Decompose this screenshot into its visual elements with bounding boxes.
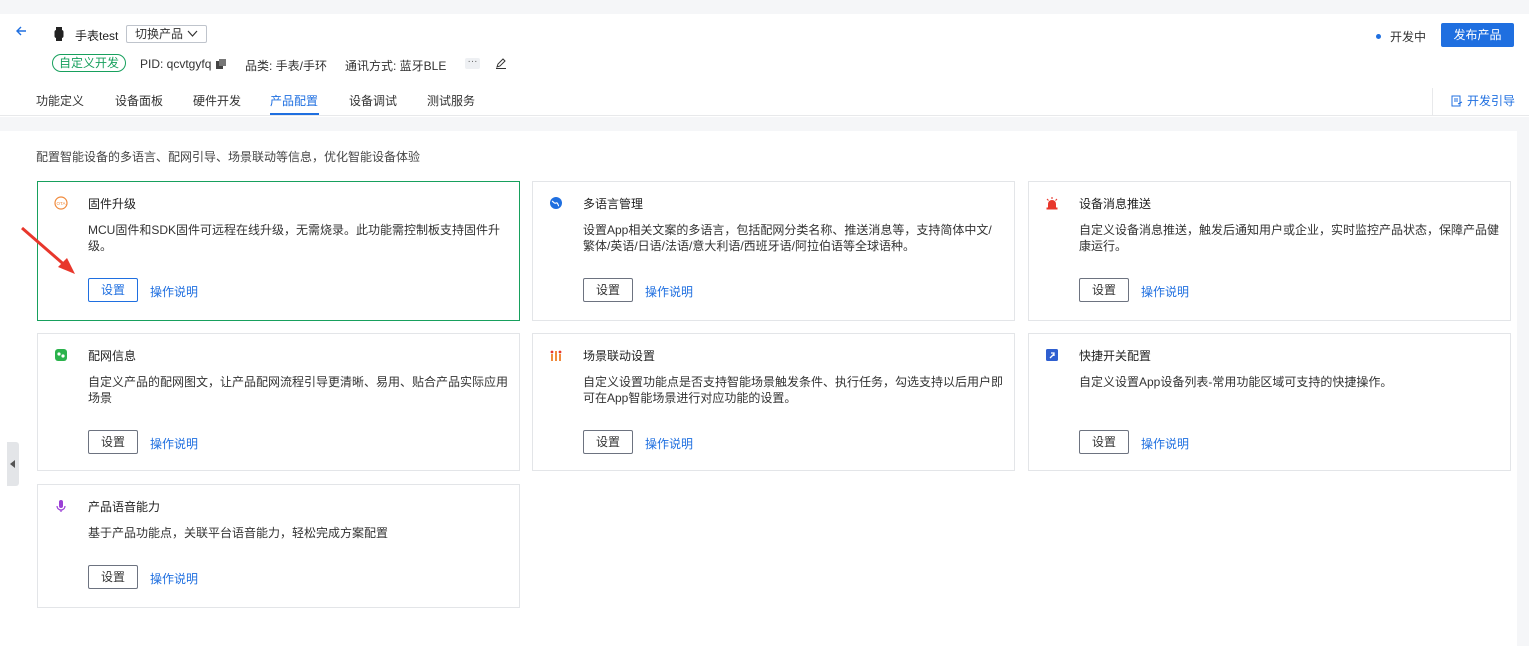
card-text: MCU固件和SDK固件可远程在线升级，无需烧录。此功能需控制板支持固件升级。: [88, 223, 501, 253]
edit-icon[interactable]: [495, 57, 507, 69]
switch-product-dropdown[interactable]: 切换产品: [126, 25, 207, 43]
card-scene-linkage: 场景联动设置 自定义设置功能点是否支持智能场景触发条件、执行任务，勾选支持以后用…: [532, 333, 1015, 471]
back-arrow-icon[interactable]: [14, 24, 30, 38]
dev-guide-link[interactable]: 开发引导: [1432, 88, 1529, 116]
settings-button[interactable]: 设置: [583, 278, 633, 302]
settings-button[interactable]: 设置: [88, 430, 138, 454]
more-icon[interactable]: ···: [465, 57, 480, 69]
dev-status: 开发中: [1376, 28, 1426, 45]
card-title: 场景联动设置: [583, 349, 656, 363]
card-text: 自定义设置App设备列表-常用功能区域可支持的快捷操作。: [1079, 375, 1393, 389]
settings-button[interactable]: 设置: [88, 278, 138, 302]
tab-function-definition[interactable]: 功能定义: [36, 92, 84, 109]
pid-text: PID: qcvtgyfq: [140, 57, 212, 71]
instructions-link[interactable]: 操作说明: [150, 283, 198, 300]
globe-icon: [549, 196, 563, 210]
settings-button[interactable]: 设置: [1079, 278, 1129, 302]
card-message-push: 设备消息推送 自定义设备消息推送，触发后通知用户或企业，实时监控产品状态，保障产…: [1028, 181, 1511, 321]
active-tab-indicator: [270, 113, 319, 115]
tab-product-config[interactable]: 产品配置: [270, 92, 318, 109]
guide-icon: [1451, 95, 1463, 107]
scene-icon: [549, 348, 563, 362]
card-text: 自定义设置功能点是否支持智能场景触发条件、执行任务，勾选支持以后用户即可在App…: [583, 375, 1004, 405]
status-text: 开发中: [1390, 30, 1427, 44]
top-strip: [0, 0, 1529, 14]
card-title: 多语言管理: [583, 197, 644, 211]
guide-label: 开发引导: [1467, 94, 1516, 108]
shortcut-icon: [1045, 348, 1059, 362]
instructions-link[interactable]: 操作说明: [645, 283, 693, 300]
card-title: 产品语音能力: [88, 500, 161, 514]
tab-test-service[interactable]: 测试服务: [427, 92, 475, 109]
alarm-icon: [1045, 196, 1059, 210]
content-right-gap: [1517, 117, 1529, 646]
card-title: 快捷开关配置: [1079, 349, 1152, 363]
card-voice-capability: 产品语音能力 基于产品功能点，关联平台语音能力，轻松完成方案配置 设置 操作说明: [37, 484, 520, 608]
instructions-link[interactable]: 操作说明: [1141, 283, 1189, 300]
network-icon: [54, 348, 68, 362]
collapse-sidebar-handle[interactable]: [7, 442, 19, 486]
card-multilanguage: 多语言管理 设置App相关文案的多语言，包括配网分类名称、推送消息等，支持简体中…: [532, 181, 1015, 321]
publish-button[interactable]: 发布产品: [1441, 23, 1514, 47]
status-dot-icon: [1376, 34, 1381, 39]
comm-text: 通讯方式: 蓝牙BLE: [345, 59, 447, 73]
svg-text:OTA: OTA: [57, 201, 66, 206]
card-text: 自定义设备消息推送，触发后通知用户或企业，实时监控产品状态，保障产品健康运行。: [1079, 223, 1500, 253]
card-title: 固件升级: [88, 197, 137, 211]
card-title: 设备消息推送: [1079, 197, 1152, 211]
tab-device-debug[interactable]: 设备调试: [349, 92, 397, 109]
switch-product-label: 切换产品: [135, 27, 184, 41]
settings-button[interactable]: 设置: [1079, 430, 1129, 454]
card-title: 配网信息: [88, 349, 137, 363]
custom-dev-badge: 自定义开发: [52, 54, 127, 72]
card-text: 自定义产品的配网图文，让产品配网流程引导更清晰、易用、贴合产品实际应用场景: [88, 375, 509, 405]
card-shortcut-switch: 快捷开关配置 自定义设置App设备列表-常用功能区域可支持的快捷操作。 设置 操…: [1028, 333, 1511, 471]
ota-icon: OTA: [54, 196, 68, 210]
instructions-link[interactable]: 操作说明: [150, 570, 198, 587]
tab-bar: 功能定义 设备面板 硬件开发 产品配置 设备调试 测试服务: [0, 88, 1529, 116]
copy-icon[interactable]: [216, 58, 226, 69]
card-firmware-upgrade: OTA 固件升级 MCU固件和SDK固件可远程在线升级，无需烧录。此功能需控制板…: [37, 181, 520, 321]
instructions-link[interactable]: 操作说明: [1141, 435, 1189, 452]
card-text: 基于产品功能点，关联平台语音能力，轻松完成方案配置: [88, 526, 389, 540]
page-description: 配置智能设备的多语言、配网引导、场景联动等信息，优化智能设备体验: [36, 150, 421, 164]
settings-button[interactable]: 设置: [88, 565, 138, 589]
instructions-link[interactable]: 操作说明: [150, 435, 198, 452]
microphone-icon: [54, 499, 68, 513]
chevron-down-icon: [187, 27, 198, 43]
product-name: 手表test: [75, 29, 119, 43]
card-network-info: 配网信息 自定义产品的配网图文，让产品配网流程引导更清晰、易用、贴合产品实际应用…: [37, 333, 520, 471]
card-text: 设置App相关文案的多语言，包括配网分类名称、推送消息等，支持简体中文/繁体/英…: [583, 223, 992, 253]
instructions-link[interactable]: 操作说明: [645, 435, 693, 452]
tab-hardware-dev[interactable]: 硬件开发: [193, 92, 241, 109]
content-top-gap: [0, 117, 1529, 131]
watch-icon: [54, 27, 64, 41]
annotation-arrow-icon: [21, 226, 75, 274]
settings-button[interactable]: 设置: [583, 430, 633, 454]
category-text: 品类: 手表/手环: [245, 59, 328, 73]
tab-device-panel[interactable]: 设备面板: [115, 92, 163, 109]
